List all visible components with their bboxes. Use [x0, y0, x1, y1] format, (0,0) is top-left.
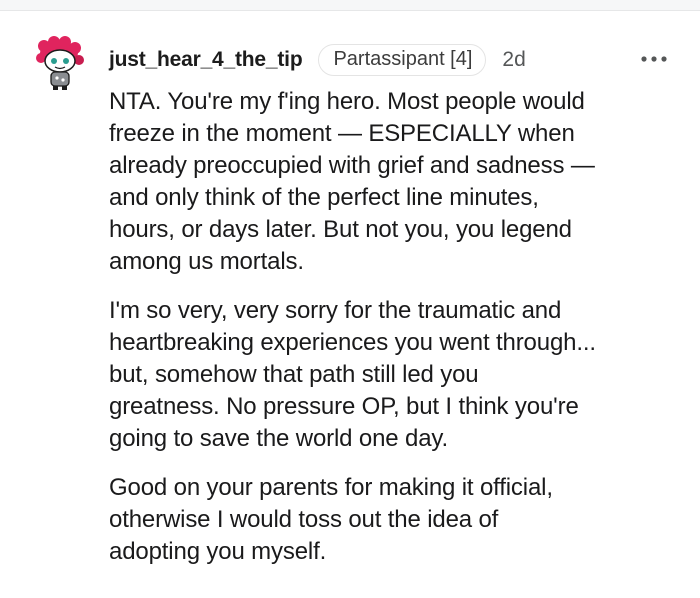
user-flair-badge: Partassipant [4] [318, 44, 487, 76]
comment-header: just_hear_4_the_tip Partassipant [4] 2d [109, 44, 526, 76]
comment-paragraph: I'm so very, very sorry for the traumati… [109, 297, 596, 452]
avatar[interactable] [32, 36, 88, 92]
more-options-icon [641, 56, 667, 62]
comment-body: NTA. You're my f'ing hero. Most people w… [109, 86, 689, 585]
comment-timestamp[interactable]: 2d [502, 48, 525, 72]
top-divider [0, 0, 700, 11]
reddit-snoo-avatar-icon [36, 36, 84, 90]
comment-paragraph: Good on your parents for making it offic… [109, 474, 553, 565]
username-link[interactable]: just_hear_4_the_tip [109, 48, 303, 72]
more-options-button[interactable] [640, 52, 668, 64]
comment-paragraph: NTA. You're my f'ing hero. Most people w… [109, 88, 595, 275]
